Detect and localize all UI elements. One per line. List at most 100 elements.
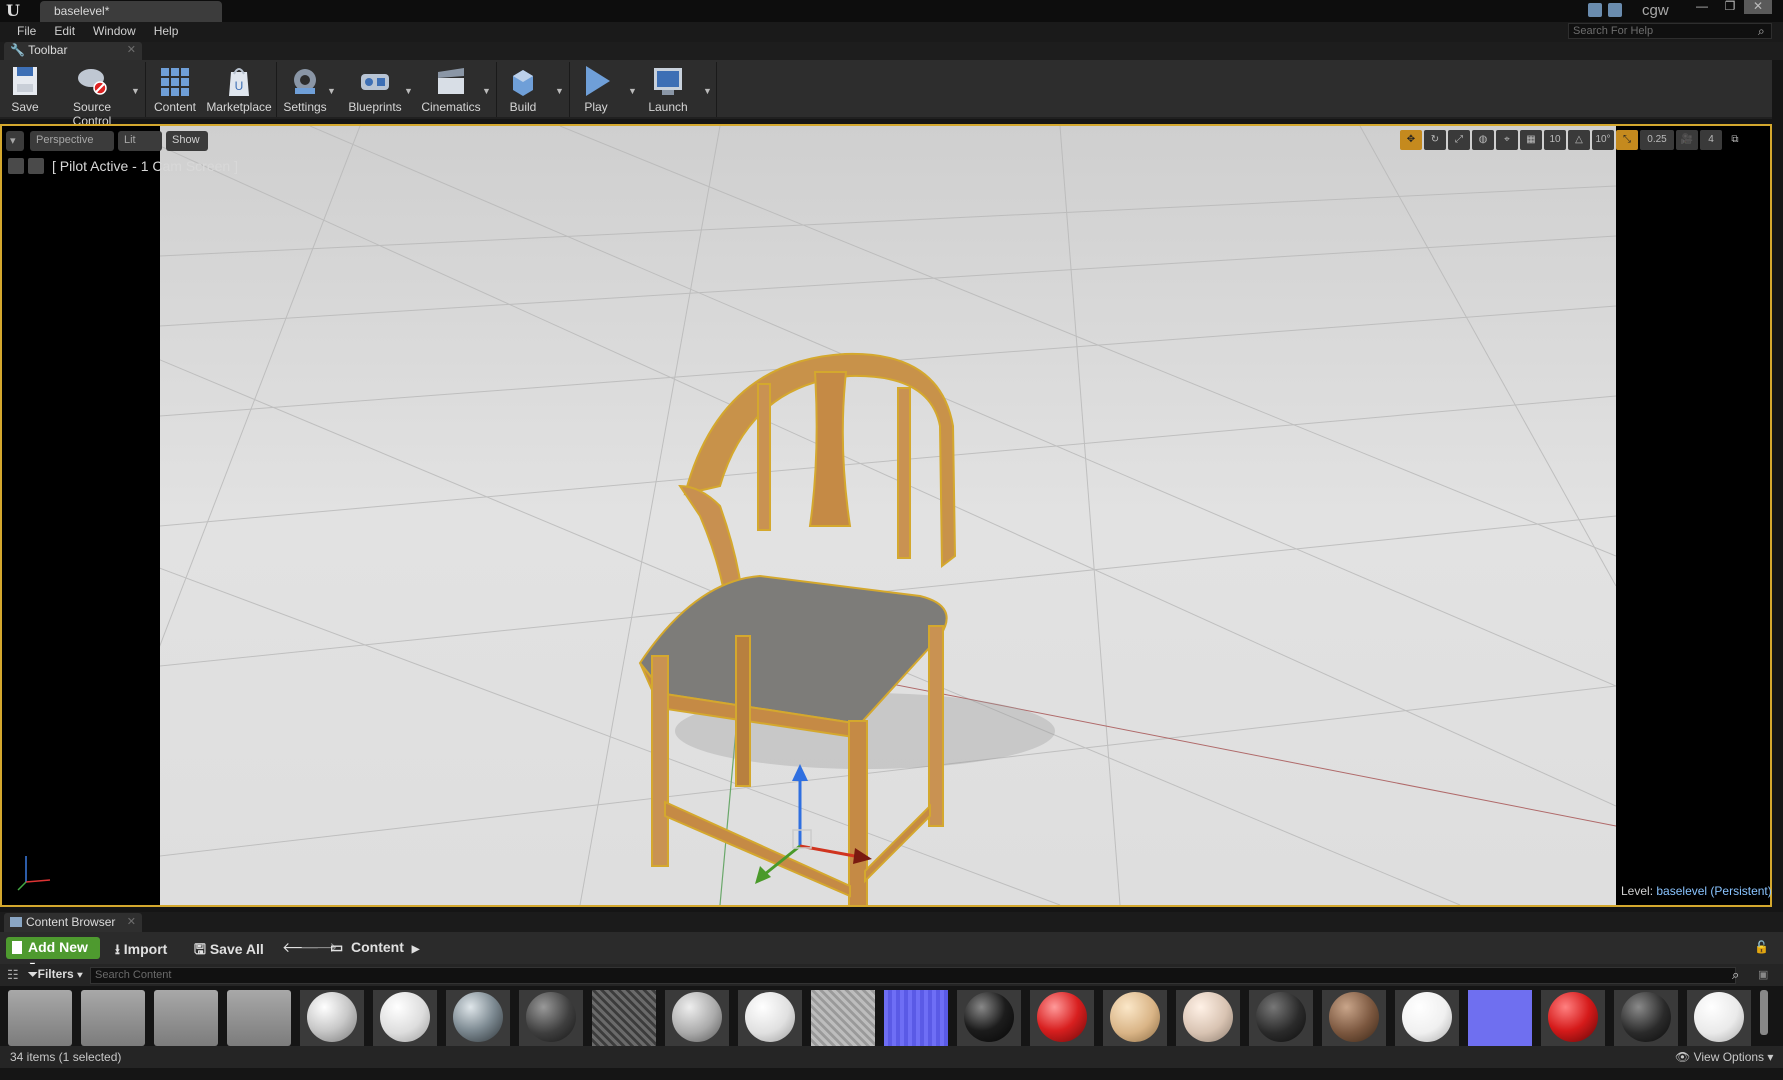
material-thumbnail[interactable] (446, 990, 510, 1046)
import-button[interactable]: ⭳ Import (115, 939, 167, 963)
show-button[interactable]: Show (166, 131, 208, 151)
close-icon[interactable]: ✕ (127, 43, 136, 56)
play-label: Play (584, 100, 608, 114)
asset-scrollbar[interactable] (1760, 990, 1768, 1035)
material-thumbnail[interactable] (957, 990, 1021, 1046)
launch-button[interactable]: Launch (645, 62, 691, 117)
texture-thumbnail[interactable] (592, 990, 656, 1046)
import-label: Import (123, 941, 168, 957)
pilot-status: [ Pilot Active - 1 Cam Screen ] (52, 158, 238, 174)
menu-help[interactable]: Help (145, 22, 188, 42)
toolbar-tab[interactable]: 🔧 Toolbar ✕ (4, 42, 142, 60)
content-button[interactable]: Content (152, 62, 198, 117)
material-thumbnail[interactable] (738, 990, 802, 1046)
blueprints-dropdown-icon[interactable]: ▼ (404, 86, 413, 96)
folder-thumbnail[interactable] (81, 990, 145, 1046)
normal-map-thumbnail[interactable] (1468, 990, 1532, 1046)
lit-button[interactable]: Lit (118, 131, 162, 151)
material-thumbnail[interactable] (1541, 990, 1605, 1046)
settings-dropdown-icon[interactable]: ▼ (327, 86, 336, 96)
camera-speed-value[interactable]: 4 (1700, 130, 1722, 150)
minimize-icon[interactable]: — (1688, 0, 1716, 14)
restore-icon[interactable]: ❐ (1716, 0, 1744, 14)
material-thumbnail[interactable] (665, 990, 729, 1046)
help-search-input[interactable]: Search For Help (1568, 23, 1772, 39)
grid-snap-value[interactable]: 10 (1544, 130, 1566, 150)
menu-edit[interactable]: Edit (45, 22, 84, 42)
rotate-icon[interactable]: ↻ (1424, 130, 1446, 150)
menu-window[interactable]: Window (84, 22, 145, 42)
toolbar-tab-label: Toolbar (28, 43, 68, 57)
search-icon[interactable]: ⌕ (1758, 24, 1772, 38)
sources-panel-icon[interactable]: ☷ (7, 967, 19, 983)
rotation-snap-value[interactable]: 10° (1592, 130, 1614, 150)
folder-thumbnail[interactable] (8, 990, 72, 1046)
material-thumbnail[interactable] (1687, 990, 1751, 1046)
chair-model[interactable] (638, 352, 957, 905)
add-new-button[interactable]: Add New ▼ (6, 937, 100, 970)
source-control-dropdown-icon[interactable]: ▼ (131, 86, 140, 96)
source-control-button[interactable]: Source Control (52, 62, 132, 128)
path-breadcrumb[interactable]: ▭ Content ▶ (330, 939, 419, 956)
view-options-button[interactable]: 👁 View Options ▾ (1675, 1050, 1773, 1064)
rotation-snap-icon[interactable]: △ (1568, 130, 1590, 150)
scale-snap-icon[interactable]: ⤡ (1616, 130, 1638, 150)
window-controls: — ❐ ✕ (1688, 0, 1772, 14)
eject-icon[interactable] (8, 158, 24, 174)
chat-icon[interactable] (1588, 3, 1602, 17)
build-button[interactable]: Build (503, 62, 543, 117)
search-icon[interactable]: ⌕ (1732, 967, 1739, 983)
viewport-menu-button[interactable]: ▾ (6, 131, 24, 151)
material-thumbnail[interactable] (1395, 990, 1459, 1046)
save-search-icon[interactable]: ▣ (1758, 968, 1768, 981)
folder-thumbnail[interactable] (227, 990, 291, 1046)
material-thumbnail[interactable] (1249, 990, 1313, 1046)
pilot-actor-icon[interactable] (28, 158, 44, 174)
cinematics-button[interactable]: Cinematics (419, 62, 483, 117)
play-dropdown-icon[interactable]: ▼ (628, 86, 637, 96)
close-icon[interactable]: ✕ (1744, 0, 1772, 14)
save-button[interactable]: Save (6, 62, 44, 117)
source-control-icon (78, 69, 107, 95)
lock-icon[interactable]: 🔓 (1754, 940, 1769, 954)
blueprints-button[interactable]: Blueprints (345, 62, 405, 117)
material-thumbnail[interactable] (1030, 990, 1094, 1046)
document-tab[interactable]: baselevel* (40, 1, 222, 22)
marketplace-button[interactable]: U Marketplace (205, 62, 273, 117)
material-thumbnail[interactable] (300, 990, 364, 1046)
material-thumbnail[interactable] (1614, 990, 1678, 1046)
world-space-icon[interactable]: ◍ (1472, 130, 1494, 150)
filters-button[interactable]: ⏷Filters ▾ (28, 967, 83, 982)
save-all-button[interactable]: 🖫 Save All (194, 939, 264, 963)
feedback-icon[interactable] (1608, 3, 1622, 17)
launch-dropdown-icon[interactable]: ▼ (703, 86, 712, 96)
maximize-viewport-icon[interactable]: ⧉ (1724, 130, 1746, 150)
perspective-button[interactable]: Perspective (30, 131, 114, 151)
close-icon[interactable]: ✕ (127, 915, 136, 928)
material-thumbnail[interactable] (1103, 990, 1167, 1046)
normal-map-thumbnail[interactable] (884, 990, 948, 1046)
viewport-scene[interactable] (160, 126, 1616, 905)
scale-icon[interactable]: ⤢ (1448, 130, 1470, 150)
camera-speed-icon[interactable]: 🎥 (1676, 130, 1698, 150)
settings-button[interactable]: Settings (282, 62, 328, 117)
translate-icon[interactable]: ✥ (1400, 130, 1422, 150)
menu-file[interactable]: File (8, 22, 45, 42)
chevron-right-icon: ▶ (411, 944, 420, 955)
content-browser-icon (10, 917, 22, 927)
texture-thumbnail[interactable] (811, 990, 875, 1046)
play-button[interactable]: Play (576, 62, 616, 117)
material-thumbnail[interactable] (373, 990, 437, 1046)
toolbar-tab-row: 🔧 Toolbar ✕ (0, 42, 1783, 60)
cinematics-dropdown-icon[interactable]: ▼ (482, 86, 491, 96)
scale-snap-value[interactable]: 0.25 (1640, 130, 1674, 150)
folder-thumbnail[interactable] (154, 990, 218, 1046)
content-browser-tab[interactable]: Content Browser ✕ (4, 913, 142, 932)
build-dropdown-icon[interactable]: ▼ (555, 86, 564, 96)
material-thumbnail[interactable] (519, 990, 583, 1046)
surface-snap-icon[interactable]: ⌖ (1496, 130, 1518, 150)
material-thumbnail[interactable] (1322, 990, 1386, 1046)
grid-snap-icon[interactable]: ▦ (1520, 130, 1542, 150)
material-thumbnail[interactable] (1176, 990, 1240, 1046)
content-search-input[interactable]: Search Content (90, 967, 1736, 984)
